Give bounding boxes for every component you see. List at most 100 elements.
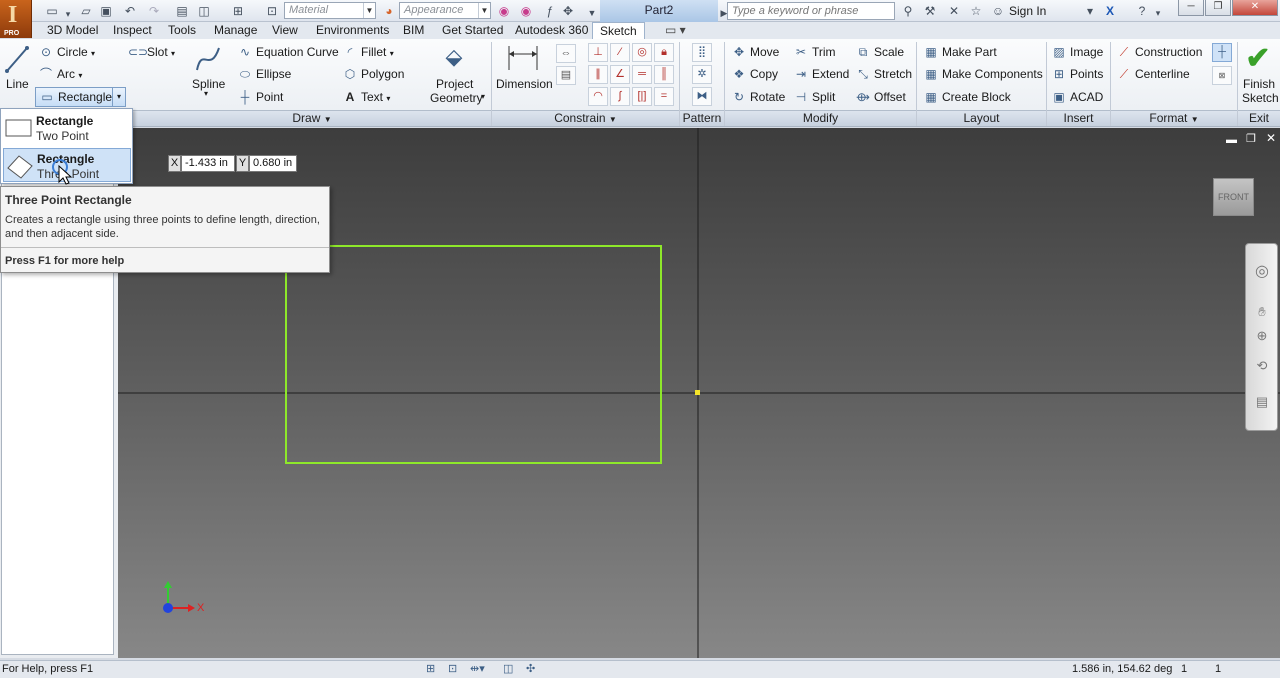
help-dropdown-icon[interactable]: ▾ (1150, 5, 1166, 21)
grid-snap-icon[interactable]: ⊞ (426, 661, 435, 678)
project-geometry-dropdown-icon[interactable]: ▾ (481, 92, 485, 101)
canvas-minimize-button[interactable]: ▬ (1226, 134, 1237, 146)
acad-button[interactable]: ▣ ACAD (1051, 88, 1103, 106)
undo-icon[interactable]: ↶ (122, 3, 138, 19)
tab-manage[interactable]: Manage (207, 22, 264, 39)
text-button[interactable]: A Text ▾ (342, 88, 391, 106)
tab-tools[interactable]: Tools (161, 22, 203, 39)
fix-icon[interactable]: 🔒︎ (654, 43, 674, 62)
tab-get-started[interactable]: Get Started (435, 22, 510, 39)
fillet-button[interactable]: ◜ Fillet ▾ (342, 43, 394, 61)
offset-button[interactable]: ⟴ Offset (855, 88, 906, 106)
sketch-view-icon[interactable]: ◫ (503, 661, 513, 678)
restore-button[interactable]: ❐ (1205, 0, 1231, 16)
tab-autodesk-360[interactable]: Autodesk 360 (508, 22, 595, 39)
panel-format-title[interactable]: Format ▼ (1111, 110, 1237, 126)
material-select[interactable]: Material ▼ (284, 2, 376, 19)
view-face-icon[interactable]: ▤ (1254, 394, 1270, 410)
show-constraints-icon[interactable]: ▤ (556, 66, 576, 85)
favorites-icon[interactable]: ☆ (968, 3, 984, 19)
move-button[interactable]: ✥ Move (731, 43, 779, 61)
panel-constrain-title[interactable]: Constrain ▼ (492, 110, 679, 126)
canvas-close-button[interactable]: ✕ (1266, 131, 1276, 145)
circle-button[interactable]: ⊙ Circle ▾ (38, 43, 95, 61)
collinear-icon[interactable]: ⁄ (610, 43, 630, 62)
pan-icon[interactable]: ✥ (560, 3, 576, 19)
rectangle-dropdown-arrow[interactable]: ▾ (112, 88, 125, 106)
params-icon[interactable]: ƒ (542, 3, 558, 19)
tangent-icon[interactable]: ◠ (588, 87, 608, 106)
x-coordinate-input[interactable]: -1.433 in (181, 155, 235, 172)
point-button[interactable]: ┼ Point (237, 88, 284, 106)
viewcube[interactable]: FRONT (1213, 178, 1254, 216)
infer-icon[interactable]: ✣ (526, 661, 535, 678)
close-button[interactable]: ✕ (1232, 0, 1278, 16)
tab-options-icon[interactable]: ▭ ▾ (658, 22, 693, 39)
subscription-icon[interactable]: ✕ (946, 3, 962, 19)
select-icon[interactable]: ⊡ (264, 3, 280, 19)
new-dropdown-icon[interactable]: ▾ (60, 6, 76, 22)
center-point-icon[interactable]: ┼ (1212, 43, 1232, 62)
dimension-button[interactable] (506, 44, 540, 72)
copy-button[interactable]: ❖ Copy (731, 65, 778, 83)
app-logo[interactable]: I PRO (0, 0, 32, 38)
circular-pattern-icon[interactable]: ✲ (692, 65, 712, 84)
tab-3d-model[interactable]: 3D Model (40, 22, 105, 39)
appearance-select[interactable]: Appearance ▼ (399, 2, 491, 19)
split-button[interactable]: ⊣ Split (793, 88, 836, 106)
sketch-icon[interactable]: ◫ (196, 3, 212, 19)
perpendicular-icon[interactable]: ∠ (610, 65, 630, 84)
steering-wheel-icon[interactable]: ◎ (1254, 264, 1270, 280)
tab-view[interactable]: View (265, 22, 305, 39)
make-part-button[interactable]: ▦ Make Part (923, 43, 996, 61)
spline-button[interactable] (194, 44, 222, 74)
sign-in-link[interactable]: Sign In (1009, 2, 1046, 20)
return-icon[interactable]: ▤ (174, 3, 190, 19)
polygon-button[interactable]: ⬡ Polygon (342, 65, 405, 83)
line-label[interactable]: Line (6, 75, 29, 93)
dimension-label[interactable]: Dimension (496, 75, 553, 93)
rotate-button[interactable]: ↻ Rotate (731, 88, 785, 106)
trim-button[interactable]: ✂ Trim (793, 43, 836, 61)
slot-button[interactable]: ⊂⊃Slot ▾ (128, 43, 175, 61)
scale-button[interactable]: ⧉ Scale (855, 43, 904, 61)
sign-in-dropdown-icon[interactable]: ▾ (1082, 3, 1098, 19)
help-icon[interactable]: ? (1134, 3, 1150, 19)
update-icon[interactable]: ⊞ (230, 3, 246, 19)
adjust-icon[interactable]: ◉ (496, 3, 512, 19)
horizontal-icon[interactable]: ═ (632, 65, 652, 84)
tab-sketch[interactable]: Sketch (592, 22, 645, 39)
tools-icon[interactable]: ⚒ (922, 3, 938, 19)
rectangle-two-point-item[interactable]: Rectangle Two Point (3, 111, 131, 145)
constraint-icon[interactable]: ⊡ (448, 661, 457, 678)
pan-hand-icon[interactable]: ✋︎ (1254, 304, 1270, 320)
tab-environments[interactable]: Environments (309, 22, 396, 39)
open-file-icon[interactable]: ▱ (78, 3, 94, 19)
parallel-icon[interactable]: ∥ (588, 65, 608, 84)
construction-button[interactable]: ⟋ Construction (1116, 43, 1203, 61)
orbit-icon[interactable]: ⟲ (1254, 358, 1270, 374)
equation-curve-button[interactable]: ∿ Equation Curve (237, 43, 339, 61)
y-coordinate-input[interactable]: 0.680 in (249, 155, 297, 172)
smooth-icon[interactable]: ∫ (610, 87, 630, 106)
symmetric-icon[interactable]: [|] (632, 87, 652, 106)
spline-dropdown-icon[interactable]: ▾ (204, 89, 208, 98)
zoom-icon[interactable]: ⊕ (1254, 328, 1270, 344)
ellipse-button[interactable]: ⬭ Ellipse (237, 65, 291, 83)
tab-bim[interactable]: BIM (396, 22, 431, 39)
spline-label[interactable]: Spline (192, 75, 225, 93)
auto-dimension-icon[interactable]: ⇔ (556, 44, 576, 63)
finish-sketch-icon[interactable]: ✔ (1244, 44, 1272, 75)
rectangular-pattern-icon[interactable]: ⣿ (692, 43, 712, 62)
project-geometry-icon[interactable]: ⬙ (438, 44, 470, 72)
clear-appearance-icon[interactable]: ◉ (518, 3, 534, 19)
stretch-button[interactable]: ⤡ Stretch (855, 65, 912, 83)
redo-icon[interactable]: ↷ (146, 3, 162, 19)
create-block-button[interactable]: ▦ Create Block (923, 88, 1010, 106)
vertical-icon[interactable]: ║ (654, 65, 674, 84)
driven-dimension-icon[interactable]: ⊠ (1212, 66, 1232, 85)
arc-button[interactable]: ⌒ Arc ▾ (38, 65, 82, 83)
minimize-button[interactable]: ─ (1178, 0, 1204, 16)
centerline-button[interactable]: ⟋ Centerline (1116, 65, 1190, 83)
binoculars-icon[interactable]: ⚲ (900, 3, 916, 19)
